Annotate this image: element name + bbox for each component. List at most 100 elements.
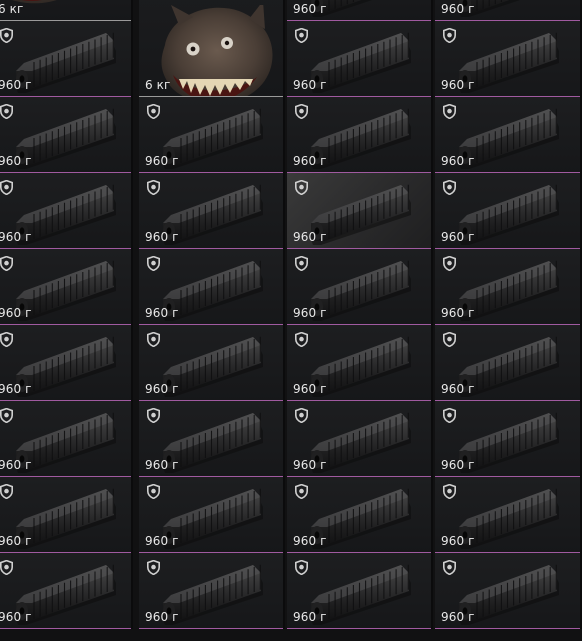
inventory-slot[interactable]: 960 г xyxy=(0,97,133,173)
item-weight: 960 г xyxy=(145,154,179,168)
item-weight: 6 кг xyxy=(0,2,24,16)
shield-icon xyxy=(147,179,160,196)
item-weight: 6 кг xyxy=(145,78,171,92)
inventory-slot[interactable]: 960 г xyxy=(435,0,582,21)
shield-icon xyxy=(295,331,308,348)
inventory-slot[interactable]: 6 кг xyxy=(139,0,285,97)
inventory-slot[interactable]: 960 г xyxy=(435,401,582,477)
inventory-slot[interactable]: 960 г xyxy=(435,477,582,553)
shield-icon xyxy=(0,559,13,576)
item-weight: 960 г xyxy=(293,2,327,16)
shield-icon xyxy=(295,103,308,120)
item-weight: 960 г xyxy=(293,382,327,396)
inventory-slot[interactable]: 960 г xyxy=(0,173,133,249)
shield-icon xyxy=(0,407,13,424)
shield-icon xyxy=(0,483,13,500)
inventory-slot[interactable]: 960 г xyxy=(139,173,285,249)
shield-icon xyxy=(0,331,13,348)
item-weight: 960 г xyxy=(145,610,179,624)
inventory-slot[interactable]: 960 г xyxy=(139,553,285,629)
inventory-slot[interactable]: 960 г xyxy=(435,173,582,249)
item-weight: 960 г xyxy=(441,230,475,244)
item-weight: 960 г xyxy=(441,306,475,320)
item-weight: 960 г xyxy=(145,458,179,472)
item-weight: 960 г xyxy=(145,230,179,244)
item-weight: 960 г xyxy=(441,534,475,548)
shield-icon xyxy=(0,103,13,120)
inventory-slot[interactable]: 960 г xyxy=(287,553,433,629)
shield-icon xyxy=(147,103,160,120)
wolf-mask-icon xyxy=(153,1,283,97)
item-weight: 960 г xyxy=(441,154,475,168)
item-weight: 960 г xyxy=(293,230,327,244)
item-weight: 960 г xyxy=(145,382,179,396)
inventory-slot[interactable]: 960 г xyxy=(287,0,433,21)
shield-icon xyxy=(295,559,308,576)
item-weight: 960 г xyxy=(293,154,327,168)
shield-icon xyxy=(147,483,160,500)
inventory-slot[interactable]: 960 г xyxy=(0,249,133,325)
shield-icon xyxy=(295,27,308,44)
inventory-slot[interactable]: 960 г xyxy=(0,477,133,553)
item-weight: 960 г xyxy=(145,306,179,320)
item-weight: 960 г xyxy=(145,534,179,548)
shield-icon xyxy=(443,407,456,424)
item-weight: 960 г xyxy=(293,534,327,548)
item-weight: 960 г xyxy=(441,610,475,624)
inventory-slot[interactable]: 960 г xyxy=(287,325,433,401)
shield-icon xyxy=(147,407,160,424)
inventory-slot[interactable]: 6 кг xyxy=(0,0,133,21)
inventory-slot[interactable]: 960 г xyxy=(139,97,285,173)
inventory-slot[interactable]: 960 г xyxy=(139,477,285,553)
inventory-slot[interactable]: 960 г xyxy=(139,325,285,401)
inventory-slot[interactable]: 960 г xyxy=(0,553,133,629)
shield-icon xyxy=(443,103,456,120)
shield-icon xyxy=(443,255,456,272)
shield-icon xyxy=(443,331,456,348)
inventory-slot[interactable]: 960 г xyxy=(139,401,285,477)
inventory-slot[interactable]: 960 г xyxy=(287,249,433,325)
shield-icon xyxy=(443,559,456,576)
item-weight: 960 г xyxy=(0,78,32,92)
inventory-slot[interactable]: 960 г xyxy=(287,21,433,97)
inventory-slot[interactable]: 960 г xyxy=(435,553,582,629)
item-weight: 960 г xyxy=(0,610,32,624)
item-weight: 960 г xyxy=(0,458,32,472)
inventory-slot[interactable]: 960 г xyxy=(287,401,433,477)
shield-icon xyxy=(295,179,308,196)
item-weight: 960 г xyxy=(0,306,32,320)
shield-icon xyxy=(0,179,13,196)
item-weight: 960 г xyxy=(0,230,32,244)
inventory-slot[interactable]: 960 г xyxy=(435,249,582,325)
inventory-slot[interactable]: 960 г xyxy=(435,325,582,401)
inventory-slot[interactable]: 960 г xyxy=(435,21,582,97)
item-weight: 960 г xyxy=(441,2,475,16)
inventory-grid: 6 кг 6 кг 960 г 960 г 960 г 960 г 960 г 960 г 96… xyxy=(0,0,582,641)
inventory-slot[interactable]: 960 г xyxy=(0,21,133,97)
item-weight: 960 г xyxy=(293,78,327,92)
item-weight: 960 г xyxy=(441,382,475,396)
item-weight: 960 г xyxy=(293,458,327,472)
shield-icon xyxy=(0,255,13,272)
shield-icon xyxy=(0,27,13,44)
shield-icon xyxy=(443,27,456,44)
item-weight: 960 г xyxy=(0,382,32,396)
inventory-slot[interactable]: 960 г xyxy=(435,97,582,173)
inventory-slot[interactable]: 960 г xyxy=(287,173,433,249)
item-weight: 960 г xyxy=(0,534,32,548)
inventory-slot[interactable]: 960 г xyxy=(139,249,285,325)
item-weight: 960 г xyxy=(441,458,475,472)
item-weight: 960 г xyxy=(441,78,475,92)
inventory-slot[interactable]: 960 г xyxy=(0,401,133,477)
shield-icon xyxy=(443,483,456,500)
inventory-slot[interactable]: 960 г xyxy=(287,97,433,173)
shield-icon xyxy=(295,407,308,424)
shield-icon xyxy=(147,331,160,348)
item-weight: 960 г xyxy=(293,610,327,624)
shield-icon xyxy=(147,255,160,272)
shield-icon xyxy=(295,483,308,500)
shield-icon xyxy=(443,179,456,196)
inventory-slot[interactable]: 960 г xyxy=(287,477,433,553)
item-weight: 960 г xyxy=(0,154,32,168)
inventory-slot[interactable]: 960 г xyxy=(0,325,133,401)
